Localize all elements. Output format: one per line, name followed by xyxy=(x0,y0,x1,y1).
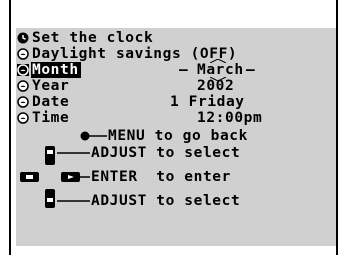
month-value[interactable]: March xyxy=(197,62,244,78)
time-value: 12:00pm xyxy=(197,110,263,126)
menu-title: Set the clock xyxy=(32,30,154,46)
menu-item-label: Daylight savings (OFF) xyxy=(32,46,238,62)
radio-icon xyxy=(17,96,29,108)
year-value: 2002 xyxy=(197,78,235,94)
menu-item-date[interactable]: Date 1 Friday xyxy=(16,94,244,110)
menu-item-daylight-savings[interactable]: Daylight savings (OFF) xyxy=(16,46,237,62)
frame-right-border xyxy=(336,0,338,255)
help-menu-text: MENU to go back xyxy=(108,128,248,144)
increment-arrow-icon xyxy=(209,59,227,63)
menu-item-label: Date xyxy=(32,94,70,110)
radio-icon xyxy=(17,112,29,124)
menu-item-label: Year xyxy=(32,78,70,94)
menu-button-icon xyxy=(80,131,107,141)
menu-item-label: Month xyxy=(31,62,81,78)
help-enter-text: ENTER to enter xyxy=(91,169,231,185)
menu-item-time[interactable]: Time 12:00pm xyxy=(16,110,262,126)
date-value: 1 Friday xyxy=(170,94,245,110)
month-dash-left: — xyxy=(179,62,189,78)
menu-item-year[interactable]: Year 2002 xyxy=(16,78,234,94)
radio-icon xyxy=(17,64,29,76)
lcd-screen: Set the clock Daylight savings (OFF) Mon… xyxy=(16,28,336,246)
help-adjust-down-text: ADJUST to select xyxy=(91,193,241,209)
help-adjust-up-text: ADJUST to select xyxy=(91,145,241,161)
menu-title-row: Set the clock xyxy=(16,30,153,46)
menu-item-month[interactable]: Month — March — xyxy=(16,59,255,81)
menu-item-label: Time xyxy=(32,110,70,126)
frame-left-border xyxy=(9,0,11,255)
radio-icon xyxy=(17,48,29,60)
clock-icon xyxy=(17,32,29,44)
month-dash-right: — xyxy=(246,62,256,78)
radio-icon xyxy=(17,80,29,92)
